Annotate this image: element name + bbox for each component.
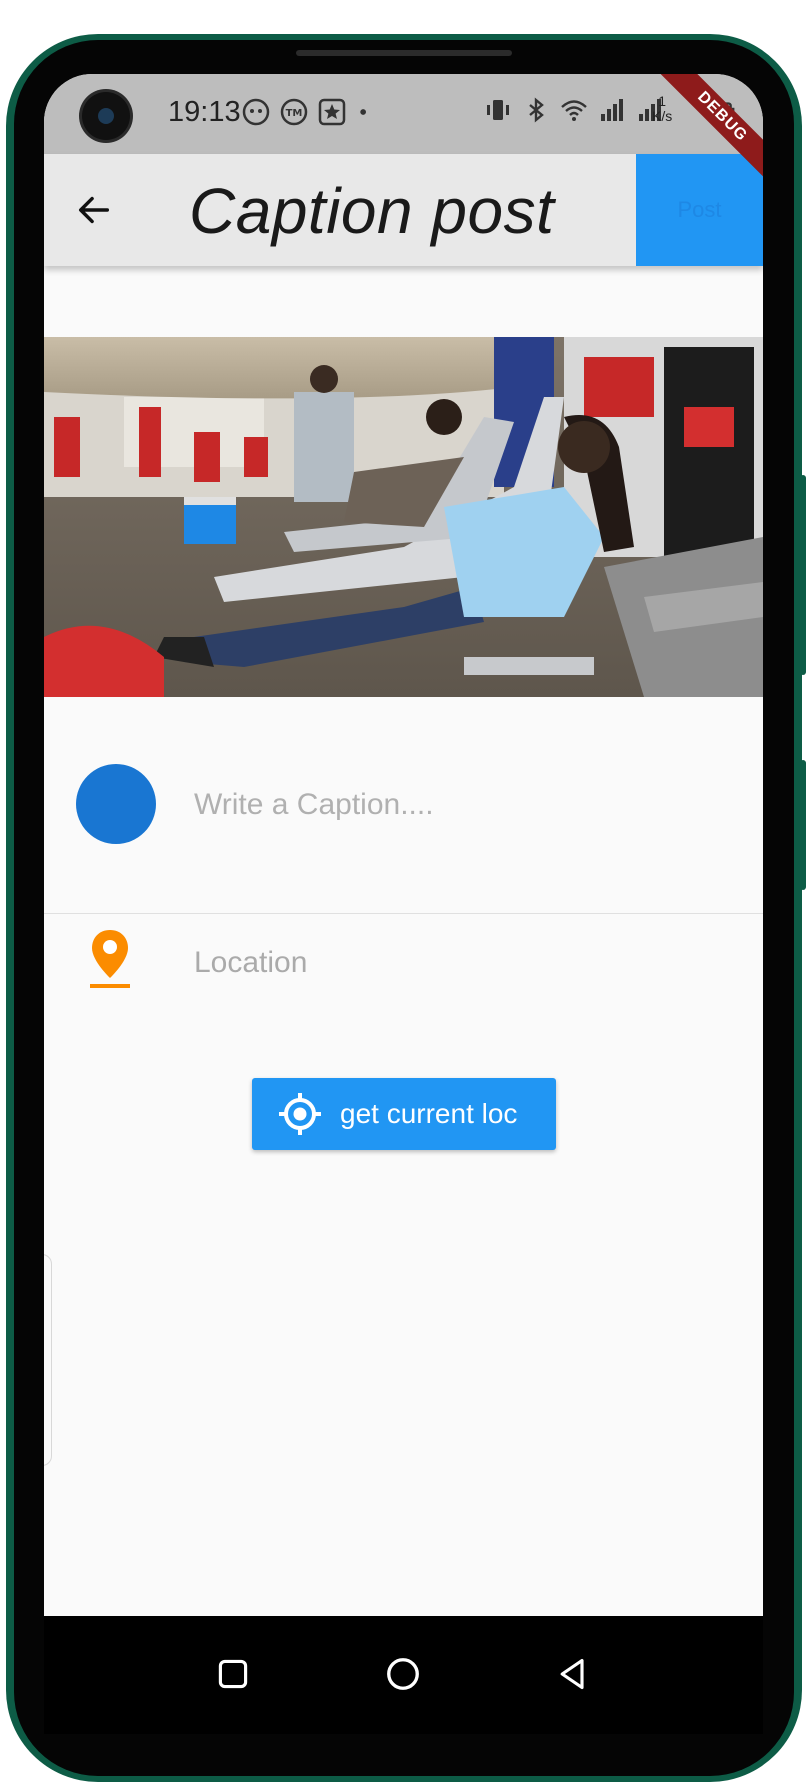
power-button <box>800 760 806 890</box>
square-icon <box>218 1659 248 1689</box>
circle-icon <box>387 1658 419 1690</box>
gps-fixed-icon <box>279 1093 321 1135</box>
page-title: Caption post <box>189 175 555 247</box>
triangle-back-icon <box>560 1658 584 1690</box>
notification-icons: TM <box>242 98 376 126</box>
post-button[interactable]: Post <box>636 154 763 266</box>
user-avatar <box>76 764 156 844</box>
caption-input[interactable] <box>192 782 736 828</box>
system-navigation-bar <box>44 1616 763 1734</box>
network-speed: 1 K/s <box>652 94 672 124</box>
volume-button <box>800 475 806 675</box>
svg-text:TM: TM <box>286 108 303 119</box>
front-camera <box>82 92 130 140</box>
location-pin-icon <box>90 930 130 988</box>
get-current-location-button[interactable]: get current loc <box>252 1078 556 1150</box>
tm-notification-icon: TM <box>280 98 308 126</box>
home-button[interactable] <box>379 1650 427 1698</box>
screen: 19:13 TM 1 K/s Caption post Post DEBUG W… <box>44 74 763 1616</box>
get-current-location-label: get current loc <box>340 1098 518 1129</box>
app-bar: Caption post Post <box>44 154 763 266</box>
photo-blood-donation-scene <box>44 337 763 697</box>
bluetooth-icon <box>529 97 544 123</box>
selected-photo <box>44 337 763 697</box>
back-button[interactable] <box>74 190 114 230</box>
system-back-button[interactable] <box>549 1650 597 1698</box>
status-clock: 19:13 <box>168 96 241 128</box>
star-badge-notification-icon <box>318 98 346 126</box>
side-panel-peek <box>44 1254 52 1466</box>
location-input[interactable] <box>192 940 736 986</box>
arrow-left-icon <box>78 196 110 224</box>
system-status-icons <box>484 96 664 124</box>
signal-strength-icon-1 <box>601 99 623 121</box>
more-notifications-dot-icon <box>360 109 366 115</box>
wifi-icon <box>561 100 587 121</box>
vibrate-icon <box>487 100 509 120</box>
earpiece-speaker <box>296 50 512 56</box>
status-bar: 19:13 TM 1 K/s <box>44 74 763 154</box>
recents-button[interactable] <box>209 1650 257 1698</box>
messenger-notification-icon <box>242 98 270 126</box>
caption-row <box>44 764 763 914</box>
network-speed-unit: K/s <box>652 108 673 124</box>
network-speed-value: 1 <box>658 93 667 109</box>
